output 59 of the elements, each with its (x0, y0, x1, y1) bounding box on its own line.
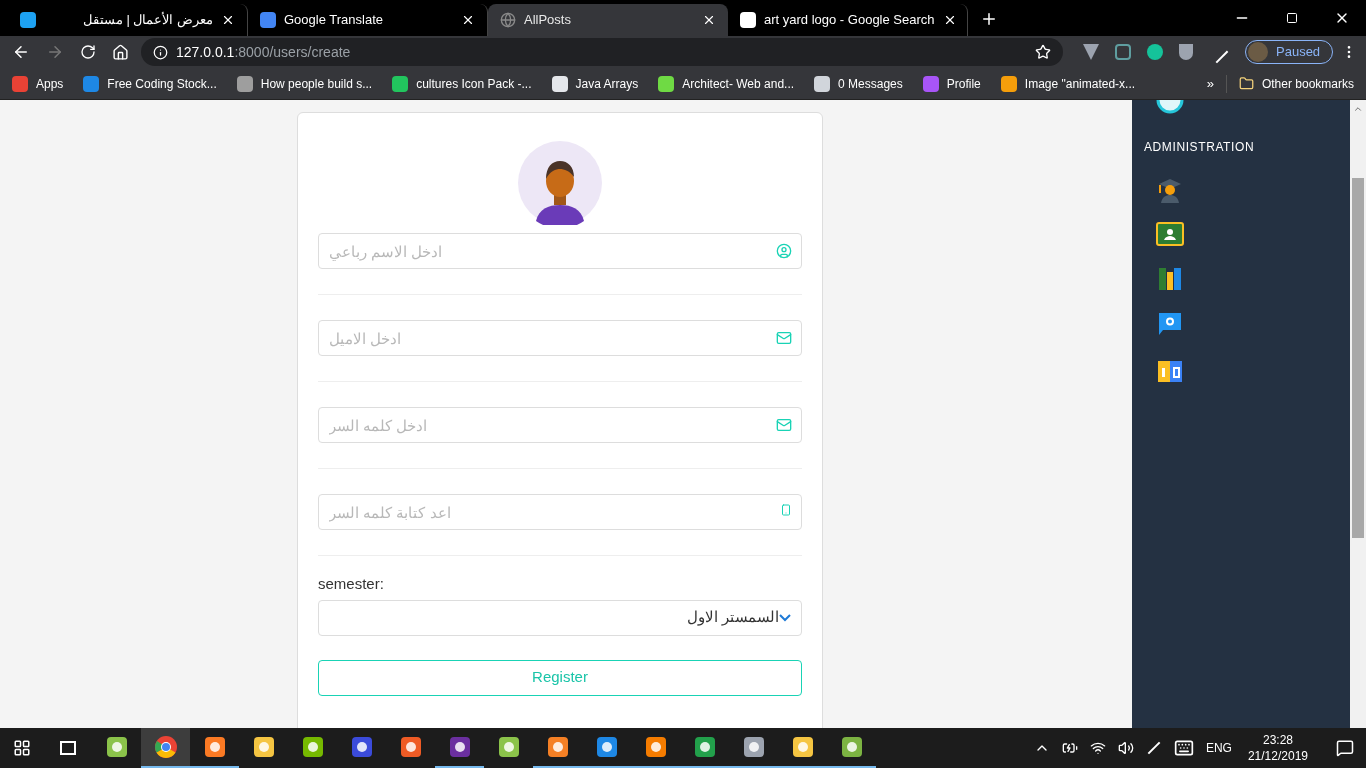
text-field[interactable]: ادخل الاسم رباعي (318, 233, 802, 269)
v-extension-icon[interactable] (1083, 44, 1099, 60)
task-view-icon[interactable] (60, 741, 76, 755)
restore-icon[interactable] (1286, 12, 1298, 24)
close-icon[interactable] (221, 13, 235, 27)
chevron-icon (779, 613, 791, 622)
semester-label: semester: (318, 574, 385, 594)
bookmark-link[interactable]: Profile (922, 74, 989, 93)
close-icon[interactable] (702, 13, 716, 27)
shield-icon[interactable] (1179, 44, 1193, 60)
browser-tab[interactable]: AllPosts (488, 4, 728, 36)
chrome-app-icon[interactable] (153, 735, 178, 759)
bookmark-link[interactable]: Architect- Web and... (658, 74, 803, 93)
language-indicator[interactable]: ENG (1205, 739, 1232, 757)
text-field[interactable]: ادخل الاميل (318, 320, 802, 356)
bookmark-link[interactable]: How people build s... (236, 74, 381, 93)
scroll-up-icon[interactable] (1353, 104, 1363, 114)
battery-icon[interactable] (1061, 740, 1078, 756)
bookmark-link[interactable]: cultures Icon Pack -... (392, 74, 540, 93)
taskbar-app[interactable] (141, 728, 190, 768)
start-icon[interactable] (13, 739, 31, 757)
bookmark-link[interactable]: Image "animated-x... (1000, 74, 1144, 93)
url-text: 127.0.0.1:8000/users/create (176, 42, 352, 62)
square-logo-icon (20, 12, 36, 28)
tab-title: art yard logo - Google Search (764, 11, 935, 30)
books-icon[interactable] (1156, 266, 1184, 292)
avatar-icon (1248, 42, 1268, 62)
tab-title: معرض الأعمال | مستقل (81, 11, 213, 30)
bookmark-link[interactable]: 0 Messages (814, 74, 911, 93)
mail-icon (776, 417, 792, 433)
address-bar[interactable]: 127.0.0.1:8000/users/create (141, 38, 1063, 66)
new-tab-icon[interactable] (980, 10, 998, 28)
wifi-icon[interactable] (1089, 740, 1106, 756)
more-bookmarks-button[interactable]: » (1206, 73, 1214, 94)
clock[interactable]: 23:28 21/12/2019 (1243, 732, 1312, 764)
text-field[interactable]: اعد كتابة كلمه السر (318, 494, 802, 530)
tab-title: Google Translate (284, 11, 384, 30)
volume-icon[interactable] (1117, 740, 1134, 756)
bookmark-link[interactable]: Java Arrays (551, 74, 647, 93)
tab-title: AllPosts (524, 11, 572, 30)
folder-icon (1238, 76, 1254, 91)
mail-icon (776, 330, 792, 346)
phone-icon (780, 504, 792, 516)
bookmark-link[interactable]: Free Coding Stock... (83, 74, 225, 93)
classroom-icon[interactable] (1156, 222, 1184, 248)
bookmark-link[interactable]: Apps (12, 74, 72, 93)
other-bookmarks-link[interactable]: Other bookmarks (1225, 74, 1354, 93)
section-heading: ADMINISTRATION (1144, 139, 1256, 156)
forward-icon[interactable] (46, 43, 64, 61)
reload-icon[interactable] (80, 44, 96, 60)
text-field[interactable]: ادخل كلمه السر (318, 407, 802, 443)
notifications-icon[interactable] (1336, 739, 1354, 757)
keyboard-icon[interactable] (1173, 738, 1194, 758)
close-icon[interactable] (461, 13, 475, 27)
user-icon (776, 243, 792, 259)
home-icon[interactable] (112, 43, 129, 61)
back-icon[interactable] (12, 43, 30, 61)
info-icon (153, 44, 168, 60)
semester-select[interactable]: السمستر الاول (318, 599, 802, 636)
